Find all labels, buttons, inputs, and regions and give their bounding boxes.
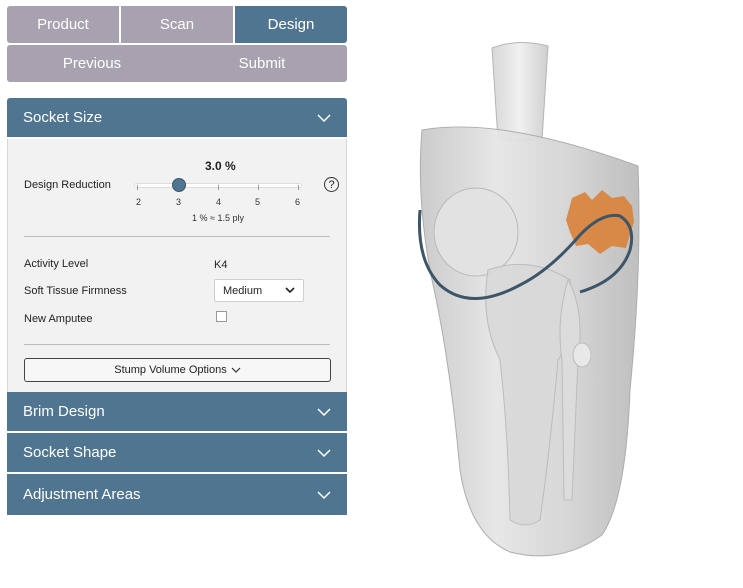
chevron-down-icon (317, 490, 331, 500)
stump-volume-options-button[interactable]: Stump Volume Options (24, 358, 331, 382)
chevron-down-icon (317, 113, 331, 123)
chevron-down-icon (317, 407, 331, 417)
ply-conversion-note: 1 % ≈ 1.5 ply (192, 213, 244, 223)
design-reduction-slider-thumb[interactable] (171, 178, 186, 192)
adjustment-areas-header[interactable]: Adjustment Areas (7, 474, 347, 515)
slider-tick (137, 185, 138, 190)
chevron-down-icon (317, 448, 331, 458)
socket-size-title: Socket Size (23, 109, 103, 126)
submit-button[interactable]: Submit (177, 45, 347, 82)
slider-tick (218, 185, 219, 190)
adjustment-area-marker (566, 190, 634, 254)
settings-accordion: Socket Size 3.0 % Design Reduction 2 3 4… (7, 98, 347, 515)
divider (24, 236, 330, 237)
slider-tick (298, 185, 299, 190)
soft-tissue-label: Soft Tissue Firmness (24, 285, 127, 297)
design-reduction-label: Design Reduction (24, 179, 111, 191)
design-reduction-value: 3.0 % (205, 159, 236, 173)
nav-row: Previous Submit (7, 45, 347, 82)
tab-product[interactable]: Product (7, 6, 121, 43)
divider (24, 344, 330, 345)
residual-limb-model (417, 42, 640, 557)
socket-shape-header[interactable]: Socket Shape (7, 433, 347, 474)
new-amputee-label: New Amputee (24, 313, 93, 325)
design-panel: Product Scan Design Previous Submit Sock… (7, 6, 347, 515)
soft-tissue-selected: Medium (223, 284, 263, 297)
previous-button[interactable]: Previous (7, 45, 177, 82)
brim-design-header[interactable]: Brim Design (7, 392, 347, 433)
activity-level-value: K4 (214, 259, 228, 271)
socket-shape-title: Socket Shape (23, 444, 117, 461)
socket-size-header[interactable]: Socket Size (7, 98, 347, 139)
slider-tick-label: 5 (255, 197, 261, 207)
chevron-down-icon (285, 285, 295, 297)
brim-design-title: Brim Design (23, 403, 105, 420)
slider-tick-label: 4 (216, 197, 222, 207)
soft-tissue-select[interactable]: Medium (214, 279, 304, 302)
design-reduction-slider-track[interactable] (134, 183, 302, 190)
adjustment-areas-title: Adjustment Areas (23, 486, 141, 503)
tab-scan[interactable]: Scan (121, 6, 235, 43)
new-amputee-checkbox[interactable] (216, 311, 227, 322)
slider-tick-label: 2 (136, 197, 142, 207)
socket-size-body: 3.0 % Design Reduction 2 3 4 5 6 1 % ≈ 1… (7, 139, 347, 392)
help-icon[interactable]: ? (324, 177, 339, 192)
slider-tick-label: 3 (176, 197, 182, 207)
chevron-down-icon (231, 364, 241, 376)
slider-tick (258, 185, 259, 190)
slider-tick-label: 6 (295, 197, 301, 207)
stump-volume-options-label: Stump Volume Options (114, 364, 227, 376)
tab-design[interactable]: Design (235, 6, 347, 43)
socket-3d-viewer[interactable] (380, 30, 720, 570)
activity-level-label: Activity Level (24, 258, 89, 270)
tab-bar: Product Scan Design (7, 6, 347, 43)
